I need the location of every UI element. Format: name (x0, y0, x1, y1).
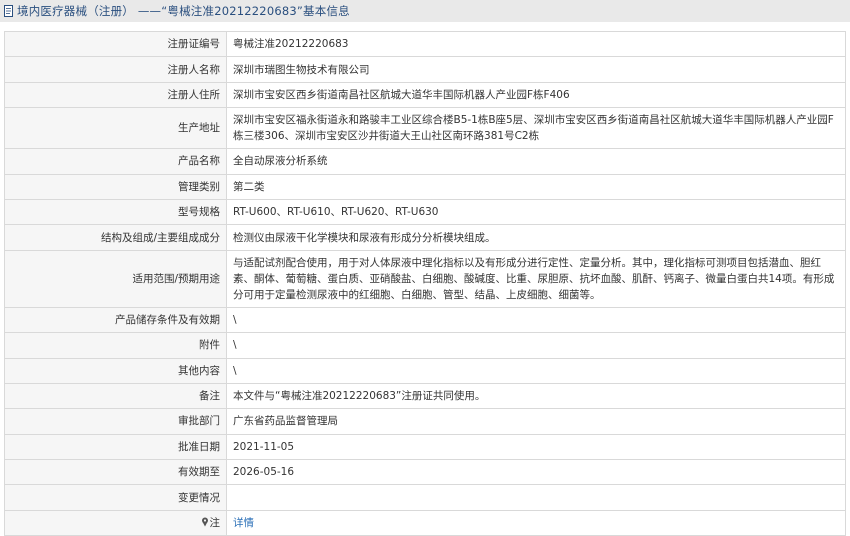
row-value: 本文件与“粤械注准20212220683”注册证共同使用。 (226, 382, 846, 410)
row-label: 适用范围/预期用途 (4, 249, 227, 308)
table-row: 附件 \ (4, 332, 846, 359)
row-value: 广东省药品监督管理局 (226, 408, 846, 435)
document-icon (4, 5, 13, 17)
pin-icon (201, 517, 208, 527)
row-label: 变更情况 (4, 484, 227, 511)
row-label: 有效期至 (4, 459, 227, 486)
row-value: 2021-11-05 (226, 433, 846, 461)
row-label: 产品储存条件及有效期 (4, 306, 227, 334)
page-header: 境内医疗器械（注册） ——“粤械注准20212220683”基本信息 (0, 0, 850, 22)
row-label: 备注 (4, 382, 227, 410)
table-row: 注册人名称 深圳市瑞图生物技术有限公司 (4, 56, 846, 83)
table-row: 产品储存条件及有效期 \ (4, 306, 846, 334)
row-value: \ (226, 357, 846, 384)
table-row: 备注 本文件与“粤械注准20212220683”注册证共同使用。 (4, 382, 846, 410)
table-row: 产品名称 全自动尿液分析系统 (4, 148, 846, 175)
row-label: 生产地址 (4, 107, 227, 150)
row-label: 注册证编号 (4, 30, 227, 58)
row-label: 附件 (4, 332, 227, 359)
details-link[interactable]: 详情 (233, 517, 254, 529)
row-label: 审批部门 (4, 408, 227, 435)
row-value (226, 484, 846, 511)
page-title: 境内医疗器械（注册） ——“粤械注准20212220683”基本信息 (17, 4, 350, 18)
row-value: 深圳市瑞图生物技术有限公司 (226, 56, 846, 83)
row-label: 结构及组成/主要组成成分 (4, 224, 227, 251)
table-row: 管理类别 第二类 (4, 173, 846, 200)
table-row: 生产地址 深圳市宝安区福永街道永和路骏丰工业区综合楼B5-1栋B座5层、深圳市宝… (4, 107, 846, 150)
row-value: 粤械注准20212220683 (226, 30, 846, 58)
table-row: 审批部门 广东省药品监督管理局 (4, 408, 846, 435)
table-row: 其他内容 \ (4, 357, 846, 384)
row-value: \ (226, 306, 846, 334)
table-row: 有效期至 2026-05-16 (4, 459, 846, 486)
row-value: 与适配试剂配合使用，用于对人体尿液中理化指标以及有形成分进行定性、定量分析。其中… (226, 249, 846, 308)
row-value: \ (226, 332, 846, 359)
table-row: 变更情况 (4, 484, 846, 511)
row-value: 第二类 (226, 173, 846, 200)
row-label: 产品名称 (4, 148, 227, 175)
row-label: 其他内容 (4, 357, 227, 384)
row-label: 批准日期 (4, 433, 227, 461)
row-label: 注 (4, 509, 227, 536)
row-label: 注册人住所 (4, 81, 227, 109)
note-label: 注 (209, 517, 221, 530)
row-value: RT-U600、RT-U610、RT-U620、RT-U630 (226, 198, 846, 226)
row-label: 注册人名称 (4, 56, 227, 83)
table-row-details: 注 详情 (4, 509, 846, 536)
table-row: 结构及组成/主要组成成分 检测仪由尿液干化学模块和尿液有形成分分析模块组成。 (4, 224, 846, 251)
table-row: 适用范围/预期用途 与适配试剂配合使用，用于对人体尿液中理化指标以及有形成分进行… (4, 249, 846, 308)
row-label: 管理类别 (4, 173, 227, 200)
info-table: 注册证编号 粤械注准20212220683 注册人名称 深圳市瑞图生物技术有限公… (4, 30, 846, 536)
table-row: 型号规格 RT-U600、RT-U610、RT-U620、RT-U630 (4, 198, 846, 226)
row-value: 全自动尿液分析系统 (226, 148, 846, 175)
info-table-container: 注册证编号 粤械注准20212220683 注册人名称 深圳市瑞图生物技术有限公… (4, 30, 846, 536)
table-row: 批准日期 2021-11-05 (4, 433, 846, 461)
row-label: 型号规格 (4, 198, 227, 226)
table-row: 注册人住所 深圳市宝安区西乡街道南昌社区航城大道华丰国际机器人产业园F栋F406 (4, 81, 846, 109)
row-value: 检测仪由尿液干化学模块和尿液有形成分分析模块组成。 (226, 224, 846, 251)
table-row: 注册证编号 粤械注准20212220683 (4, 30, 846, 58)
row-value: 2026-05-16 (226, 459, 846, 486)
row-value: 详情 (226, 509, 846, 536)
row-value: 深圳市宝安区福永街道永和路骏丰工业区综合楼B5-1栋B座5层、深圳市宝安区西乡街… (226, 107, 846, 150)
row-value: 深圳市宝安区西乡街道南昌社区航城大道华丰国际机器人产业园F栋F406 (226, 81, 846, 109)
